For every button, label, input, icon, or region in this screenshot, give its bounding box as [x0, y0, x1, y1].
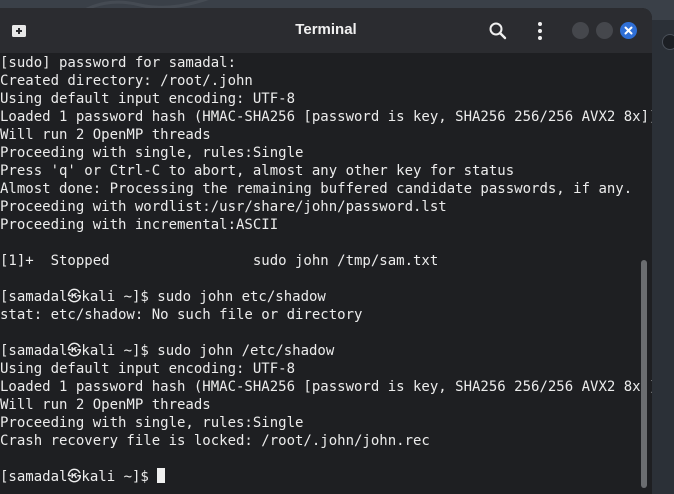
background-window-button [662, 34, 674, 50]
terminal-window[interactable]: Terminal [sudo] password for samadal: Cr… [0, 8, 652, 494]
terminal-line: stat: etc/shadow: No such file or direct… [0, 307, 363, 323]
terminal-line: [samadal㉿kali ~]$ sudo john /etc/shadow [0, 343, 335, 359]
minimize-button[interactable] [572, 22, 589, 39]
close-icon [624, 26, 633, 35]
terminal-line: [samadal㉿kali ~]$ sudo john etc/shadow [0, 289, 326, 305]
search-icon [489, 22, 507, 40]
terminal-line: Created directory: /root/.john [0, 73, 253, 89]
menu-button[interactable] [530, 20, 550, 42]
terminal-output[interactable]: [sudo] password for samadal: Created dire… [0, 54, 652, 494]
terminal-line: Using default input encoding: UTF-8 [0, 361, 296, 377]
terminal-line: Proceeding with incremental:ASCII [0, 217, 279, 233]
scrollbar[interactable] [641, 260, 647, 488]
terminal-line: Proceeding with wordlist:/usr/share/john… [0, 199, 447, 215]
prompt-line[interactable]: [samadal㉿kali ~]$ [0, 468, 640, 486]
terminal-line: Will run 2 OpenMP threads [0, 127, 211, 143]
background-window [652, 20, 674, 494]
text-cursor [157, 468, 166, 483]
terminal-line: [1]+ Stopped sudo john /tmp/sam.txt [0, 253, 439, 269]
terminal-line: Loaded 1 password hash (HMAC-SHA256 [pas… [0, 109, 652, 125]
maximize-button[interactable] [596, 22, 613, 39]
search-button[interactable] [488, 21, 508, 41]
close-button[interactable] [620, 22, 637, 39]
shell-prompt: [samadal㉿kali ~]$ [0, 469, 158, 485]
title-bar[interactable]: Terminal [0, 8, 652, 53]
window-title: Terminal [295, 21, 357, 38]
terminal-line: Using default input encoding: UTF-8 [0, 91, 296, 107]
terminal-line: Will run 2 OpenMP threads [0, 397, 211, 413]
terminal-line: Press 'q' or Ctrl-C to abort, almost any… [0, 163, 515, 179]
terminal-line: Crash recovery file is locked: /root/.jo… [0, 433, 430, 449]
terminal-line: Proceeding with single, rules:Single [0, 415, 304, 431]
terminal-line: Loaded 1 password hash (HMAC-SHA256 [pas… [0, 379, 652, 395]
terminal-line: Almost done: Processing the remaining bu… [0, 181, 633, 197]
terminal-line: Proceeding with single, rules:Single [0, 145, 304, 161]
terminal-line: [sudo] password for samadal: [0, 55, 237, 71]
kebab-menu-icon [538, 22, 542, 40]
